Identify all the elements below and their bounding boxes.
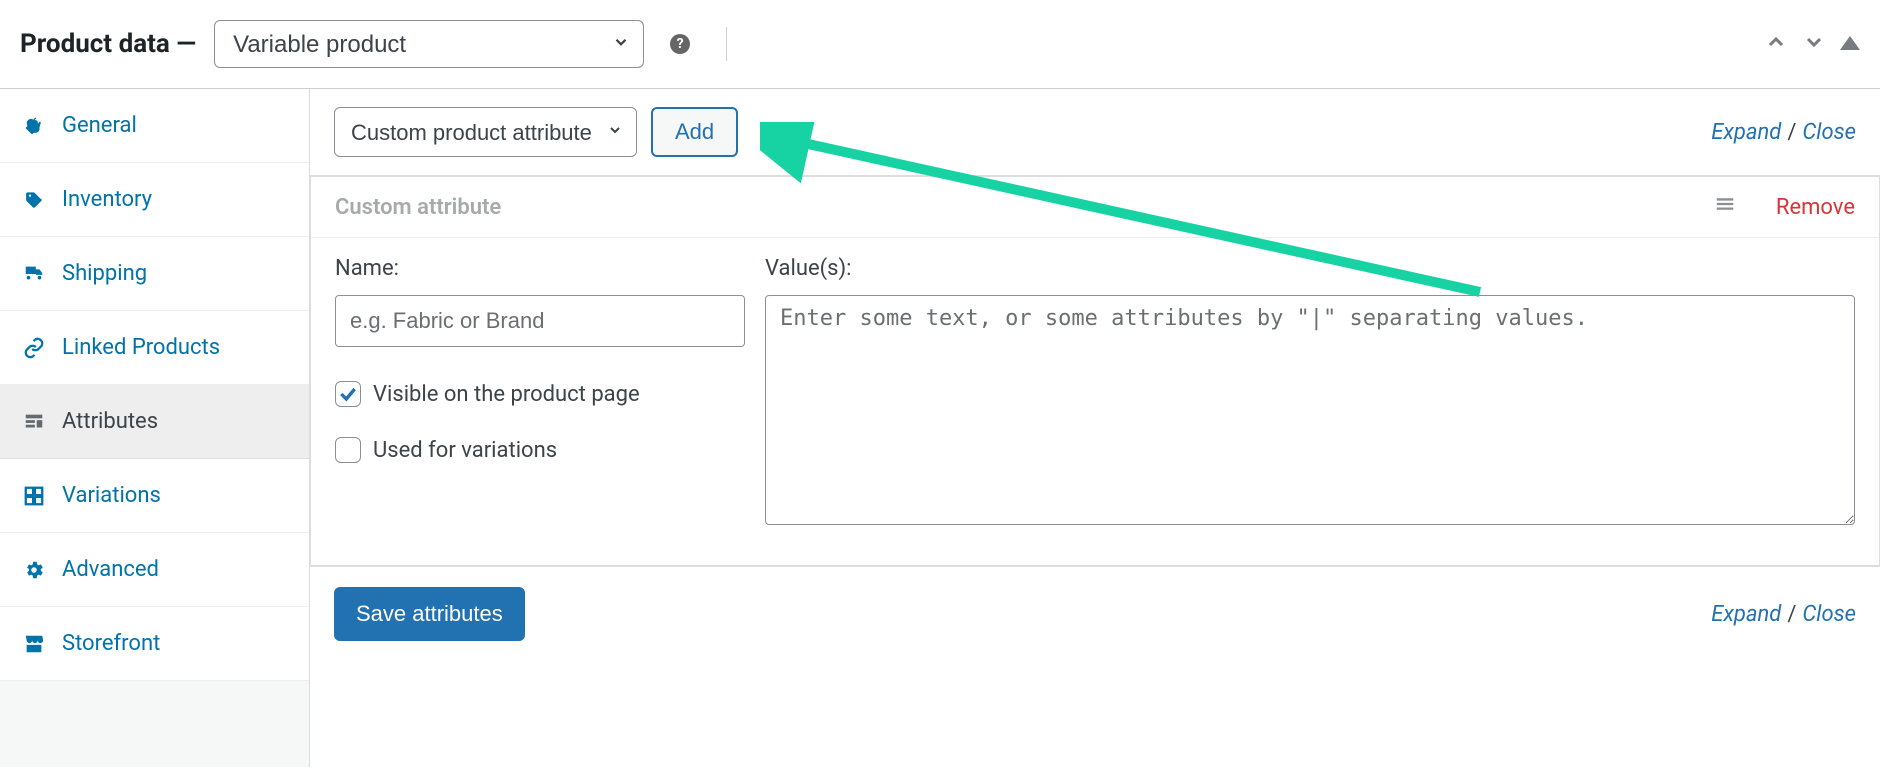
attribute-card-title: Custom attribute (335, 195, 501, 220)
attribute-card-header[interactable]: Custom attribute Remove (311, 177, 1879, 238)
sidebar-item-storefront[interactable]: Storefront (0, 607, 309, 681)
sidebar-item-label: Storefront (62, 631, 160, 656)
expand-link[interactable]: Expand (1711, 120, 1781, 145)
attribute-values-textarea[interactable] (765, 295, 1855, 525)
sidebar-item-general[interactable]: General (0, 89, 309, 163)
close-link[interactable]: Close (1802, 602, 1856, 627)
sidebar-item-shipping[interactable]: Shipping (0, 237, 309, 311)
name-label: Name: (335, 256, 745, 281)
sidebar-item-advanced[interactable]: Advanced (0, 533, 309, 607)
attribute-name-input[interactable] (335, 295, 745, 347)
panel-body: General Inventory Shipping Linked Produc… (0, 89, 1880, 767)
sidebar-item-label: Shipping (62, 261, 147, 286)
gear-icon (22, 559, 46, 581)
sidebar-item-label: General (62, 113, 137, 138)
move-up-icon[interactable] (1764, 30, 1788, 58)
separator: / (1787, 120, 1796, 145)
link-icon (22, 337, 46, 359)
attribute-card-body: Name: Visible on the product page Used f… (311, 238, 1879, 566)
panel-title: Product data — (20, 29, 196, 59)
remove-attribute-link[interactable]: Remove (1776, 195, 1855, 220)
sidebar-item-variations[interactable]: Variations (0, 459, 309, 533)
expand-link[interactable]: Expand (1711, 602, 1781, 627)
metabox-controls (1764, 30, 1860, 58)
truck-icon (22, 263, 46, 285)
close-link[interactable]: Close (1802, 120, 1856, 145)
sidebar-item-attributes[interactable]: Attributes (0, 385, 309, 459)
attributes-panel: Custom product attribute Add Expand / Cl… (310, 89, 1880, 767)
sidebar-item-label: Linked Products (62, 335, 220, 360)
list-icon (22, 411, 46, 433)
wrench-icon (22, 115, 46, 137)
separator: / (1787, 602, 1796, 627)
attribute-select-wrap: Custom product attribute (334, 107, 637, 157)
store-icon (22, 633, 46, 655)
attribute-toolbar: Custom product attribute Add Expand / Cl… (310, 89, 1880, 176)
save-attributes-button[interactable]: Save attributes (334, 587, 525, 641)
drag-handle-icon[interactable] (1714, 193, 1736, 221)
visible-checkbox-row: Visible on the product page (335, 381, 745, 407)
attribute-type-select[interactable]: Custom product attribute (334, 107, 637, 157)
sidebar-item-inventory[interactable]: Inventory (0, 163, 309, 237)
tag-icon (22, 189, 46, 211)
attributes-footer: Save attributes Expand / Close (310, 567, 1880, 661)
expand-close-links-footer: Expand / Close (1711, 602, 1856, 627)
sidebar-item-label: Variations (62, 483, 161, 508)
attribute-name-column: Name: Visible on the product page Used f… (335, 256, 745, 525)
move-down-icon[interactable] (1802, 30, 1826, 58)
values-label: Value(s): (765, 256, 1855, 281)
variations-checkbox-row: Used for variations (335, 437, 745, 463)
used-for-variations-checkbox[interactable] (335, 437, 361, 463)
visible-checkbox-label: Visible on the product page (373, 382, 640, 407)
product-type-select[interactable]: Variable product (214, 20, 644, 68)
help-icon[interactable]: ? (670, 34, 690, 54)
panel-toggle-icon[interactable] (1840, 35, 1860, 54)
sidebar-item-linked-products[interactable]: Linked Products (0, 311, 309, 385)
product-data-tabs: General Inventory Shipping Linked Produc… (0, 89, 310, 767)
attribute-card: Custom attribute Remove Name: Visible on… (310, 176, 1880, 567)
sidebar-item-label: Advanced (62, 557, 159, 582)
product-type-select-wrap: Variable product (214, 20, 644, 68)
add-attribute-button[interactable]: Add (651, 107, 738, 157)
sidebar-item-label: Inventory (62, 187, 152, 212)
visible-checkbox[interactable] (335, 381, 361, 407)
expand-close-links: Expand / Close (1711, 120, 1856, 145)
panel-header: Product data — Variable product ? (0, 0, 1880, 89)
grid-icon (22, 485, 46, 507)
attribute-values-column: Value(s): (765, 256, 1855, 525)
sidebar-item-label: Attributes (62, 409, 158, 434)
variations-checkbox-label: Used for variations (373, 438, 557, 463)
divider (726, 27, 727, 61)
